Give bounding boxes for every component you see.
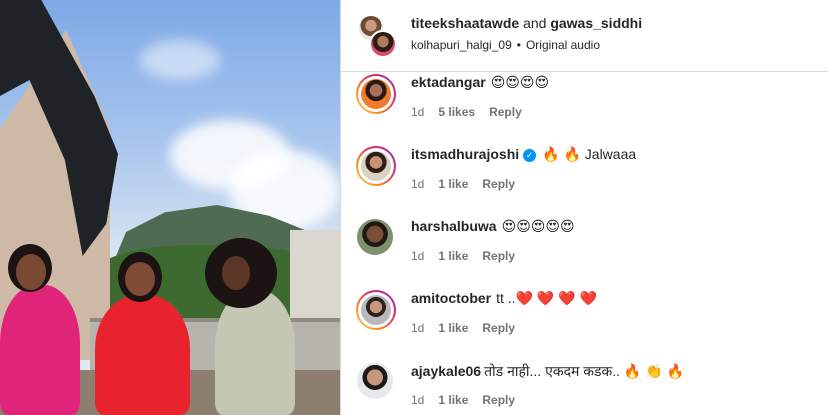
comment-likes[interactable]: 1 like — [438, 321, 468, 335]
post-viewer: titeekshaatawde and gawas_siddhi kolhapu… — [0, 0, 828, 415]
comment-meta: 1d 1 like Reply — [411, 321, 529, 335]
author-username-2[interactable]: gawas_siddhi — [550, 15, 642, 31]
reel-video[interactable] — [0, 0, 340, 415]
comments-panel: titeekshaatawde and gawas_siddhi kolhapu… — [340, 0, 828, 415]
comment-text: tt ..❤️ ❤️ ❤️ ❤️ — [496, 290, 597, 306]
comment-meta: 1d 5 likes Reply — [411, 105, 536, 119]
avatar[interactable] — [356, 74, 396, 114]
comment-item: ektadangar 😍😍😍😍 1d 5 likes Reply — [341, 72, 828, 144]
comment-item: amitoctober tt ..❤️ ❤️ ❤️ ❤️ 1d 1 like Repl… — [341, 288, 828, 360]
comment-likes[interactable]: 1 like — [438, 177, 468, 191]
comment-item: itsmadhurajoshi ✓ 🔥 🔥 Jalwaaa 1d 1 like Repl… — [341, 144, 828, 216]
comment-text-line: itsmadhurajoshi ✓ 🔥 🔥 Jalwaaa — [411, 146, 636, 163]
comment-time: 1d — [411, 393, 425, 407]
reply-button[interactable]: Reply — [482, 321, 515, 335]
comment-time: 1d — [411, 177, 425, 191]
dancer-3 — [215, 290, 295, 415]
comment-text: तोड नाही... एकदम कडक.. 🔥 👏 🔥 — [484, 363, 685, 379]
avatar[interactable] — [356, 146, 396, 186]
video-cloud — [140, 40, 220, 80]
collab-avatars[interactable] — [357, 14, 397, 58]
avatar[interactable] — [356, 218, 396, 258]
comment-text-line: ektadangar 😍😍😍😍 — [411, 74, 549, 91]
avatar[interactable] — [369, 30, 397, 58]
avatar-image — [361, 151, 391, 181]
comment-username[interactable]: amitoctober — [411, 290, 491, 306]
comment-username[interactable]: itsmadhurajoshi — [411, 146, 519, 162]
comment-list[interactable]: ektadangar 😍😍😍😍 1d 5 likes Reply itsmadhura… — [341, 72, 828, 415]
verified-badge-icon: ✓ — [523, 148, 537, 162]
comment-time: 1d — [411, 105, 425, 119]
post-header: titeekshaatawde and gawas_siddhi kolhapu… — [341, 0, 828, 72]
comment-time: 1d — [411, 249, 425, 263]
dancer-3-face — [222, 256, 250, 290]
comment-text: 🔥 🔥 Jalwaaa — [542, 146, 637, 162]
author-username-1[interactable]: titeekshaatawde — [411, 15, 519, 31]
comment-text-line: ajaykale06 तोड नाही... एकदम कडक.. 🔥 👏 🔥 — [411, 362, 684, 381]
dancer-1 — [0, 285, 80, 415]
comment-text-line: harshalbuwa 😍😍😍😍😍 — [411, 218, 575, 235]
avatar-image — [357, 363, 393, 399]
comment-item: ajaykale06 तोड नाही... एकदम कडक.. 🔥 👏 🔥 1… — [341, 360, 828, 415]
avatar-image — [357, 219, 393, 255]
comment-likes[interactable]: 5 likes — [438, 105, 475, 119]
audio-separator: • — [516, 38, 521, 52]
comment-item: harshalbuwa 😍😍😍😍😍 1d 1 like Reply — [341, 216, 828, 288]
comment-username[interactable]: ajaykale06 — [411, 363, 481, 379]
comment-likes[interactable]: 1 like — [438, 249, 468, 263]
dancer-1-face — [16, 254, 46, 290]
audio-info: kolhapuri_halgi_09 • Original audio — [411, 38, 600, 52]
reply-button[interactable]: Reply — [482, 177, 515, 191]
comment-username[interactable]: harshalbuwa — [411, 218, 497, 234]
avatar[interactable] — [356, 290, 396, 330]
comment-meta: 1d 1 like Reply — [411, 393, 529, 407]
comment-text: 😍😍😍😍 — [490, 74, 550, 90]
audio-label[interactable]: Original audio — [526, 38, 600, 52]
post-authors: titeekshaatawde and gawas_siddhi — [411, 15, 642, 31]
avatar[interactable] — [356, 362, 396, 402]
comment-meta: 1d 1 like Reply — [411, 249, 529, 263]
avatar-image — [361, 295, 391, 325]
dancer-2-face — [125, 262, 155, 296]
author-joiner: and — [523, 15, 547, 31]
reply-button[interactable]: Reply — [482, 249, 515, 263]
comment-likes[interactable]: 1 like — [438, 393, 468, 407]
reply-button[interactable]: Reply — [489, 105, 522, 119]
avatar-image — [361, 79, 391, 109]
comment-text-line: amitoctober tt ..❤️ ❤️ ❤️ ❤️ — [411, 290, 597, 307]
comment-username[interactable]: ektadangar — [411, 74, 486, 90]
comment-text: 😍😍😍😍😍 — [501, 218, 575, 234]
comment-time: 1d — [411, 321, 425, 335]
reply-button[interactable]: Reply — [482, 393, 515, 407]
audio-username[interactable]: kolhapuri_halgi_09 — [411, 38, 512, 52]
comment-meta: 1d 1 like Reply — [411, 177, 529, 191]
dancer-2 — [95, 295, 190, 415]
